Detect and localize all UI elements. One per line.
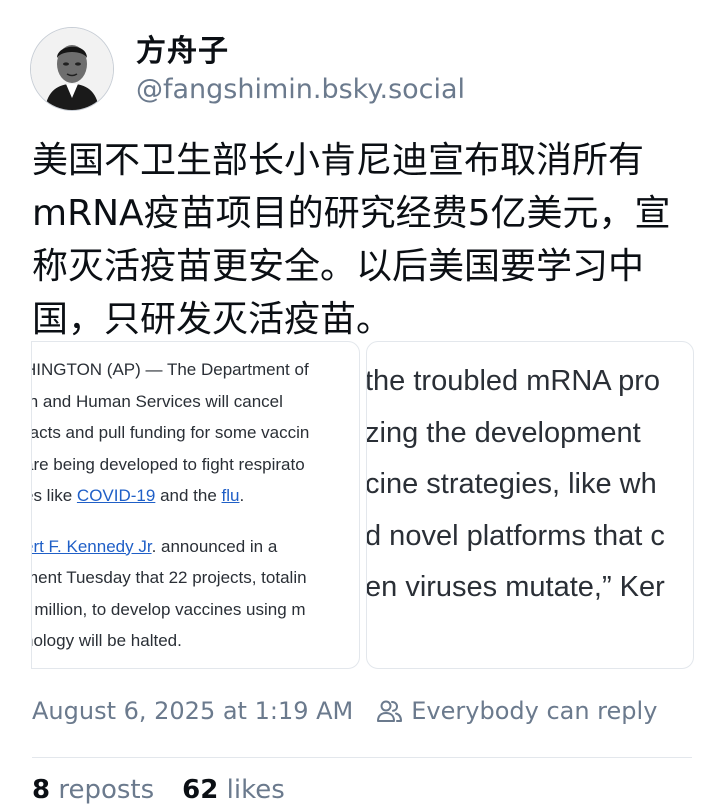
people-icon (377, 700, 403, 722)
likes-stat[interactable]: 62 likes (182, 775, 285, 805)
excerpt-line: d novel platforms that c (366, 519, 665, 552)
flu-link: flu (221, 486, 240, 505)
excerpt-line: zing the development (366, 416, 641, 449)
excerpt-line: the troubled mRNA pro (366, 365, 660, 397)
excerpt-line: es like COVID-19 and the flu. (32, 480, 359, 512)
article-excerpt-left: HINGTON (AP) — The Department of th and … (31, 354, 359, 657)
post-image-right[interactable]: the troubled mRNA pro zing the developme… (366, 341, 694, 669)
divider (32, 757, 692, 758)
reposts-count: 8 (32, 775, 51, 805)
reply-setting[interactable]: Everybody can reply (411, 697, 657, 725)
reposts-stat[interactable]: 8 reposts (32, 775, 154, 805)
post-image-left[interactable]: HINGTON (AP) — The Department of th and … (31, 341, 360, 669)
author-handle[interactable]: @fangshimin.bsky.social (136, 74, 465, 105)
author-name[interactable]: 方舟子 (136, 26, 229, 70)
avatar-photo (31, 28, 113, 110)
excerpt-text: and the (155, 486, 222, 505)
avatar[interactable] (30, 27, 114, 111)
excerpt-text: es like (32, 486, 73, 505)
excerpt-line: en viruses mutate,” Ker (366, 571, 665, 603)
article-excerpt-right: the troubled mRNA pro zing the developme… (366, 356, 693, 614)
excerpt-line: ment Tuesday that 22 projects, totalin (31, 568, 307, 587)
post-text: 美国不卫生部长小肯尼迪宣布取消所有mRNA疫苗项目的研究经费5亿美元，宣称灭活疫… (32, 140, 671, 340)
excerpt-line: ert F. Kennedy Jr. announced in a (31, 531, 359, 563)
excerpt-line: are being developed to fight respirato (31, 454, 305, 474)
excerpt-line: nology will be halted. (31, 631, 182, 650)
excerpt-text: . (239, 486, 245, 505)
excerpt-line: cine strategies, like wh (366, 468, 657, 500)
excerpt-line: racts and pull funding for some vaccin (31, 423, 310, 442)
post-timestamp[interactable]: August 6, 2025 at 1:19 AM (32, 697, 353, 725)
likes-count: 62 (182, 775, 219, 805)
rfk-link: ert F. Kennedy Jr (31, 536, 152, 556)
excerpt-text: . announced in a (151, 536, 278, 556)
excerpt-line: ) million, to develop vaccines using m (31, 599, 306, 619)
likes-label: likes (226, 775, 285, 805)
reposts-label: reposts (58, 775, 155, 805)
excerpt-line: HINGTON (AP) — The Department of (31, 360, 309, 379)
post-meta: August 6, 2025 at 1:19 AM Everybody can … (32, 697, 657, 725)
post-stats: 8 reposts 62 likes (32, 775, 285, 805)
covid-link: COVID-19 (76, 486, 156, 505)
excerpt-line: th and Human Services will cancel (31, 391, 283, 411)
